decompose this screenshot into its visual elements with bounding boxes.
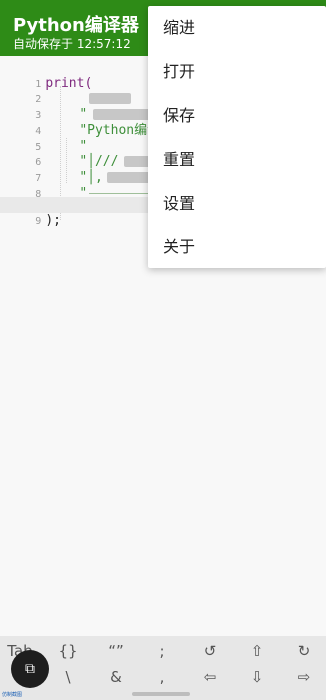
watermark-text: 仿制截图 (2, 692, 23, 698)
code-text: ); (45, 212, 61, 228)
run-icon: ⧉ (25, 661, 35, 677)
key-comma[interactable]: , (142, 666, 182, 688)
menu-item-save[interactable]: 保存 (163, 104, 195, 128)
overflow-menu: 缩进 打开 保存 重置 设置 关于 (148, 6, 326, 268)
arrow-down-icon[interactable]: ⇩ (237, 666, 277, 688)
autosave-status: 自动保存于 12:57:12 (13, 37, 131, 51)
key-braces[interactable]: {} (48, 640, 88, 662)
key-ampersand[interactable]: & (96, 666, 136, 688)
redo-icon[interactable]: ↻ (284, 640, 324, 662)
shift-icon[interactable]: ⇧ (237, 640, 277, 662)
line-number: 9 (35, 215, 42, 227)
menu-item-reset[interactable]: 重置 (163, 148, 195, 172)
key-quotes[interactable]: “” (96, 640, 136, 662)
arrow-left-icon[interactable]: ⇦ (190, 666, 230, 688)
menu-item-open[interactable]: 打开 (163, 60, 195, 84)
menu-item-settings[interactable]: 设置 (163, 192, 195, 216)
key-backslash[interactable]: \ (48, 666, 88, 688)
arrow-right-icon[interactable]: ⇨ (284, 666, 324, 688)
bottom-handle[interactable] (132, 692, 190, 696)
menu-item-indent[interactable]: 缩进 (163, 16, 195, 40)
menu-item-about[interactable]: 关于 (163, 235, 195, 259)
run-fab-button[interactable]: ⧉ (11, 650, 49, 688)
key-semicolon[interactable]: ; (142, 640, 182, 662)
undo-icon[interactable]: ↺ (190, 640, 230, 662)
app-title: Python编译器 (13, 15, 139, 36)
